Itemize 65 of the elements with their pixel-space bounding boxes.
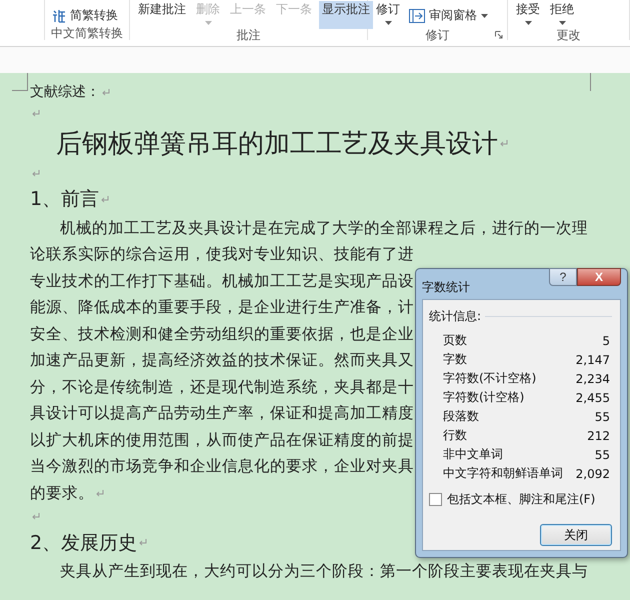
paragraph-mark-icon: [32, 513, 40, 520]
ribbon-button[interactable]: 简繁转换: [50, 7, 120, 24]
section-heading: 1、前言: [30, 187, 100, 212]
stat-value: 5: [602, 334, 610, 348]
caret-icon: [524, 21, 532, 25]
paragraph-mark-icon: [139, 539, 148, 546]
stat-value: 2,234: [576, 372, 610, 386]
caret-icon: [204, 21, 212, 25]
paragraph-line: 以扩大机床的使用范围，从而使产品在保证精度的前提: [30, 430, 414, 451]
stat-label: 字符数(计空格): [443, 389, 524, 406]
paragraph-line: 夹具从产生到现在，大约可以分为三个阶段：第一个阶段主要表现在夹具与: [60, 561, 588, 582]
section-heading: 2、发展历史: [30, 530, 138, 556]
stat-label: 字符数(不计空格): [443, 370, 536, 387]
group-label: 中文简繁转换: [51, 27, 123, 40]
paragraph-mark-icon: [32, 110, 40, 116]
label-text: 文献综述：: [30, 83, 100, 101]
launcher-icon[interactable]: [495, 31, 503, 39]
paragraph-line: 机械的加工工艺及夹具设计是在完成了大学的全部课程之后，进行的一次理: [60, 218, 588, 239]
paragraph-line: 具设计可以提高产品劳动生产率，保证和提高加工精度: [30, 403, 414, 424]
caret-icon: [384, 21, 392, 25]
paragraph-mark-icon: [500, 140, 508, 146]
paragraph-line: 专业技术的工作打下基础。机械加工工艺是实现产品设: [30, 270, 414, 292]
pane-icon: [409, 8, 425, 22]
stat-value: 55: [594, 410, 610, 424]
group-header: 统计信息:: [429, 308, 482, 325]
group-label: 批注: [236, 29, 260, 42]
ribbon-button[interactable]: 审阅窗格: [407, 7, 490, 24]
paragraph-line: 当今激烈的市场竞争和企业信息化的要求，企业对夹具: [30, 456, 414, 478]
ribbon-button[interactable]: 新建批注: [135, 1, 189, 29]
ribbon-button[interactable]: 显示批注: [319, 1, 373, 29]
stat-label: 中文字符和朝鲜语单词: [443, 465, 563, 482]
paragraph-line: 加速产品更新，提高经济效益的技术保证。然而夹具又: [30, 350, 414, 372]
stat-value: 2,147: [576, 352, 610, 366]
stat-label: 段落数: [443, 408, 479, 425]
ribbon-button[interactable]: 拒绝: [547, 1, 577, 29]
stat-label: 非中文单词: [443, 446, 503, 463]
close-dialog-button[interactable]: 关闭: [540, 524, 612, 546]
stat-label: 字数: [443, 351, 467, 368]
stat-value: 212: [587, 428, 610, 442]
paragraph-line: 分，不论是传统制造，还是现代制造系统，夹具都是十: [30, 376, 414, 398]
group-label: 修订: [426, 29, 450, 42]
caret-icon: [481, 14, 488, 18]
checkbox-label: 包括文本框、脚注和尾注(F): [447, 491, 596, 508]
paragraph-line: 安全、技术检测和健全劳动组织的重要依据，也是企业: [30, 324, 414, 345]
stat-label: 行数: [443, 427, 467, 444]
document-title: 后钢板弹簧吊耳的加工工艺及夹具设计: [56, 128, 498, 160]
paragraph-line: 的要求。: [30, 482, 94, 504]
stat-value: 2,455: [576, 390, 610, 404]
dialog-title: 字数统计: [422, 279, 470, 296]
stat-label: 页数: [443, 332, 467, 349]
group-label: 更改: [556, 29, 580, 42]
paragraph-mark-icon: [102, 88, 110, 96]
ribbon-button[interactable]: 接受: [513, 1, 543, 29]
paragraph-mark-icon: [101, 196, 110, 202]
caret-icon: [558, 21, 566, 25]
checkbox[interactable]: [429, 493, 442, 506]
paragraph-line: 论联系实际的综合运用，使我对专业知识、技能有了进: [30, 244, 414, 266]
stat-value: 2,092: [576, 466, 610, 480]
help-button[interactable]: ?: [549, 268, 577, 286]
paragraph-line: 能源、降低成本的重要手段，是企业进行生产准备，计: [30, 297, 414, 318]
paragraph-mark-icon: [32, 170, 40, 176]
ribbon-button[interactable]: 修订: [373, 1, 403, 29]
convert-icon: [52, 8, 66, 22]
stat-value: 55: [594, 448, 610, 462]
paragraph-mark-icon: [96, 490, 104, 497]
